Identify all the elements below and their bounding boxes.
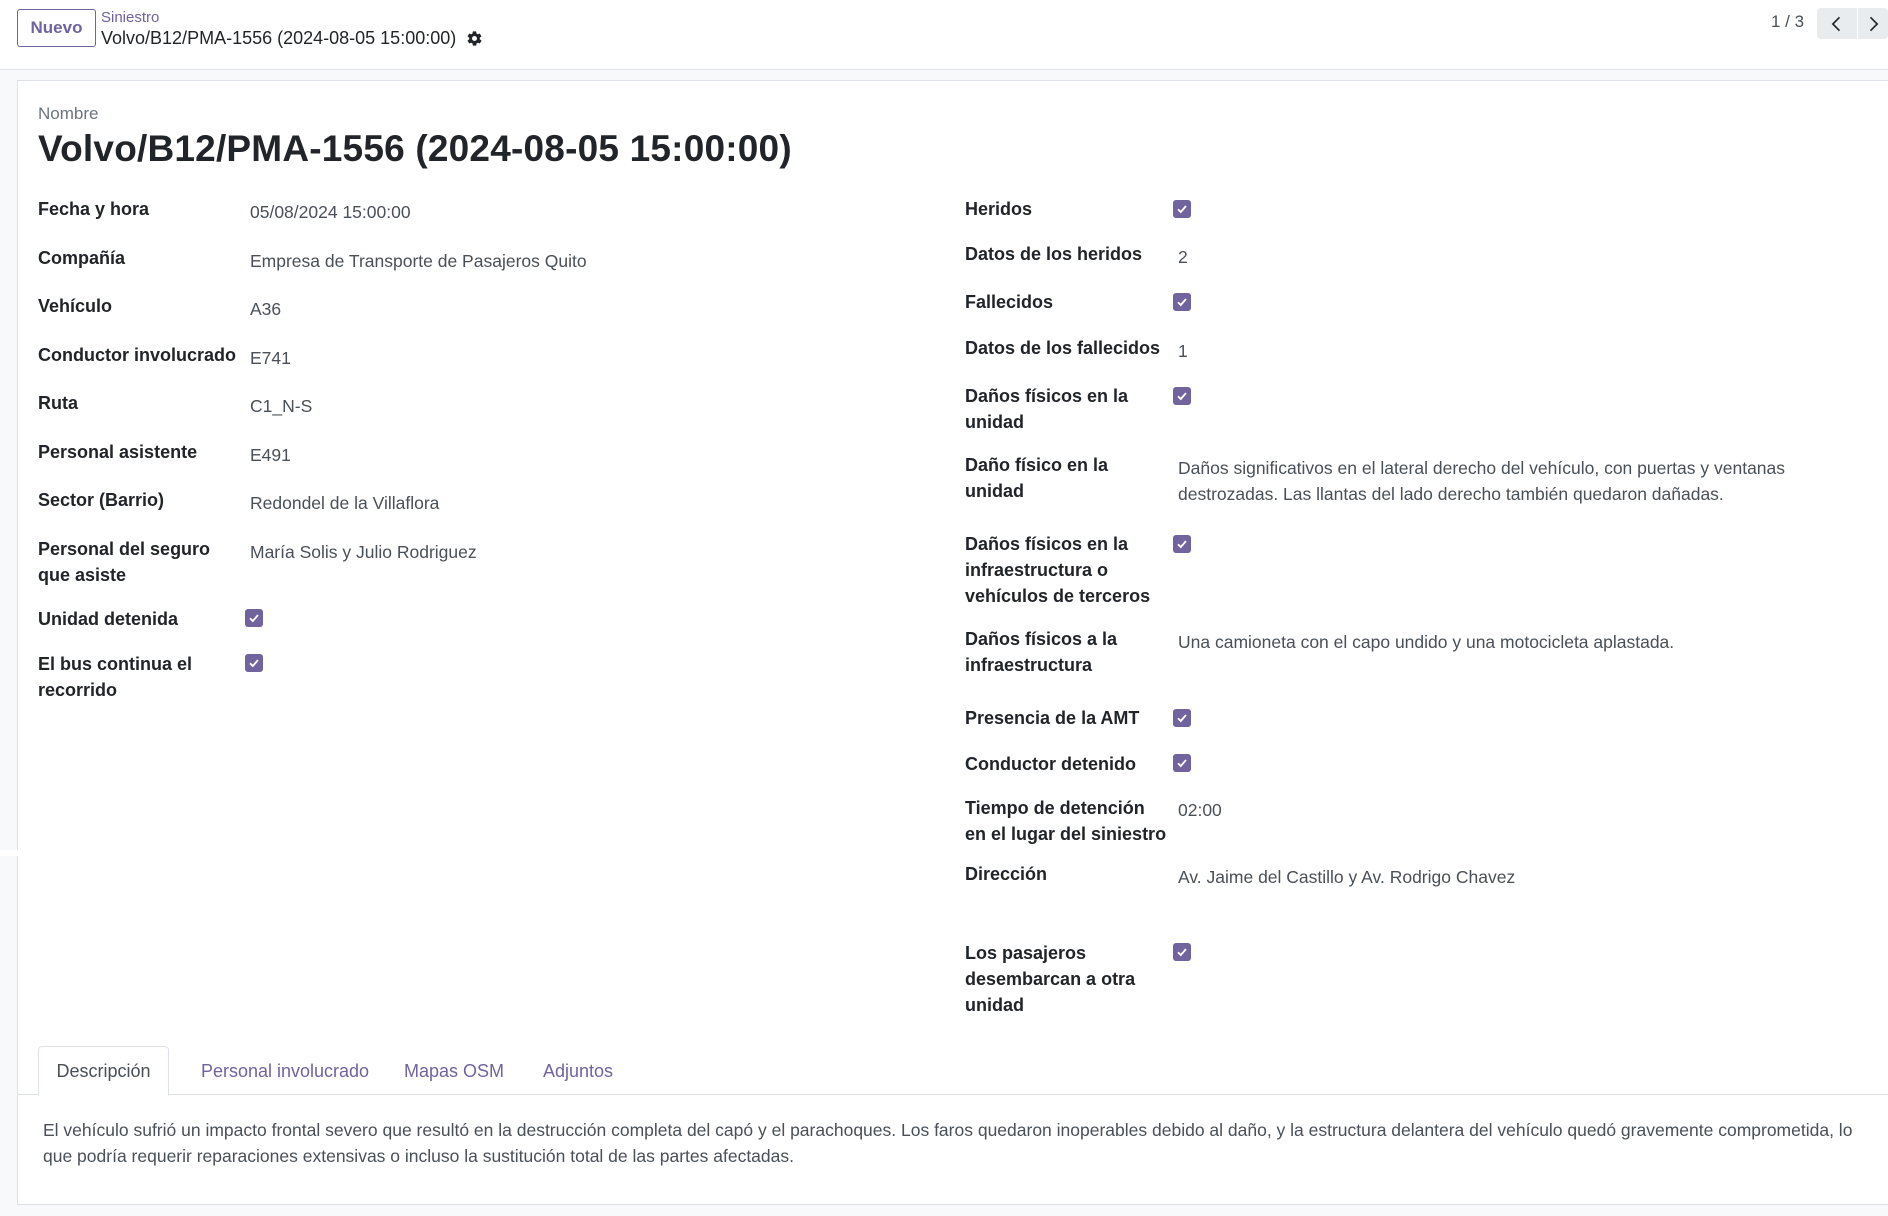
- fecha-label: Fecha y hora: [38, 199, 150, 219]
- check-icon: [249, 659, 259, 668]
- new-button[interactable]: Nuevo: [17, 9, 96, 47]
- detenida-label: Unidad detenida: [38, 609, 179, 629]
- danos-infra-field[interactable]: Una camioneta con el capo undido y una m…: [1178, 629, 1674, 655]
- dano-unidad-line-1: Daños significativos en el lateral derec…: [1178, 458, 1786, 478]
- conductor-label: Conductor involucrado: [38, 345, 236, 365]
- datos-heridos-label: Datos de los heridos: [965, 244, 1143, 264]
- breadcrumb-parent-link[interactable]: Siniestro: [101, 9, 159, 26]
- danos-terceros-label-line-2: infraestructura o: [965, 560, 1109, 580]
- fallecidos-label: Fallecidos: [965, 292, 1054, 312]
- danos-terceros-checkbox[interactable]: [1173, 535, 1191, 553]
- breadcrumb-current: Volvo/B12/PMA-1556 (2024-08-05 15:00:00): [101, 28, 483, 49]
- ruta-label: Ruta: [38, 393, 78, 413]
- datos-fallecidos-field[interactable]: 1: [1178, 338, 1188, 364]
- gear-icon[interactable]: [466, 30, 483, 47]
- continua-checkbox[interactable]: [245, 654, 263, 672]
- check-icon: [1177, 948, 1187, 957]
- sector-label: Sector (Barrio): [38, 490, 165, 510]
- continua-label: El bus continua el recorrido: [38, 651, 192, 703]
- chevron-right-icon: [1869, 16, 1879, 31]
- danos-infra-label: Daños físicos a la infraestructura: [965, 626, 1117, 678]
- pager-value[interactable]: 1 / 3: [1771, 12, 1804, 32]
- datos-fallecidos-label: Datos de los fallecidos: [965, 338, 1161, 358]
- check-icon: [1177, 540, 1187, 549]
- check-icon: [1177, 714, 1187, 723]
- compania-label: Compañía: [38, 248, 126, 268]
- detenida-checkbox[interactable]: [245, 609, 263, 627]
- danos-terceros-label-line-1: Daños físicos en la: [965, 534, 1129, 554]
- control-panel: Nuevo Siniestro Volvo/B12/PMA-1556 (2024…: [0, 0, 1888, 70]
- compania-field[interactable]: Empresa de Transporte de Pasajeros Quito: [250, 248, 587, 274]
- chevron-left-icon: [1831, 16, 1841, 31]
- danos-infra-label-line-2: infraestructura: [965, 655, 1093, 675]
- pager-next-button[interactable]: [1858, 8, 1888, 39]
- tiempo-label: Tiempo de detención en el lugar del sini…: [965, 795, 1166, 847]
- danos-unidad-label-line-1: Daños físicos en la: [965, 386, 1129, 406]
- danos-terceros-label-line-3: vehículos de terceros: [965, 586, 1151, 606]
- descripcion-field[interactable]: El vehículo sufrió un impacto frontal se…: [43, 1117, 1863, 1169]
- seguro-label: Personal del seguro que asiste: [38, 536, 210, 588]
- notebook-tabs: Descripción Personal involucrado Mapas O…: [17, 1046, 1888, 1096]
- check-icon: [1177, 759, 1187, 768]
- breadcrumb-current-label: Volvo/B12/PMA-1556 (2024-08-05 15:00:00): [101, 28, 457, 48]
- danos-terceros-label: Daños físicos en la infraestructura o ve…: [965, 531, 1150, 609]
- pasajeros-checkbox[interactable]: [1173, 943, 1191, 961]
- direccion-field[interactable]: Av. Jaime del Castillo y Av. Rodrigo Cha…: [1178, 864, 1515, 890]
- heridos-label: Heridos: [965, 199, 1033, 219]
- asistente-label: Personal asistente: [38, 442, 198, 462]
- seguro-label-line-2: que asiste: [38, 565, 127, 585]
- dano-unidad-line-2: destrozadas. Las llantas del lado derech…: [1178, 484, 1724, 504]
- tiempo-field[interactable]: 02:00: [1178, 797, 1222, 823]
- amt-label: Presencia de la AMT: [965, 708, 1140, 728]
- danos-unidad-label: Daños físicos en la unidad: [965, 383, 1128, 435]
- dano-unidad-field[interactable]: Daños significativos en el lateral derec…: [1178, 455, 1785, 507]
- name-field[interactable]: Volvo/B12/PMA-1556 (2024-08-05 15:00:00): [38, 128, 792, 170]
- seguro-label-line-1: Personal del seguro: [38, 539, 211, 559]
- check-icon: [1177, 392, 1187, 401]
- conductor-field[interactable]: E741: [250, 345, 291, 371]
- continua-label-line-1: El bus continua el: [38, 654, 193, 674]
- pasajeros-label: Los pasajeros desembarcan a otra unidad: [965, 940, 1135, 1018]
- continua-label-line-2: recorrido: [38, 680, 118, 700]
- name-label: Nombre: [38, 104, 99, 123]
- dano-unidad-label: Daño físico en la unidad: [965, 452, 1108, 504]
- dano-unidad-label-line-2: unidad: [965, 481, 1024, 501]
- asistente-field[interactable]: E491: [250, 442, 291, 468]
- pasajeros-label-line-1: Los pasajeros: [965, 943, 1087, 963]
- tiempo-label-line-1: Tiempo de detención: [965, 798, 1145, 818]
- check-icon: [1177, 205, 1187, 214]
- ruta-field[interactable]: C1_N-S: [250, 393, 312, 419]
- dano-unidad-label-line-1: Daño físico en la: [965, 455, 1109, 475]
- danos-unidad-checkbox[interactable]: [1173, 387, 1191, 405]
- danos-infra-label-line-1: Daños físicos a la: [965, 629, 1118, 649]
- direccion-label: Dirección: [965, 864, 1048, 884]
- pasajeros-label-line-2: desembarcan a otra: [965, 969, 1136, 989]
- tab-adjuntos[interactable]: Adjuntos: [525, 1046, 631, 1096]
- tab-mapas-osm[interactable]: Mapas OSM: [391, 1046, 517, 1096]
- vehiculo-field[interactable]: A36: [250, 296, 281, 322]
- pager-previous-button[interactable]: [1817, 8, 1857, 39]
- datos-heridos-field[interactable]: 2: [1178, 244, 1188, 270]
- descripcion-line-2: que podría requerir reparaciones extensi…: [43, 1146, 794, 1166]
- vehiculo-label: Vehículo: [38, 296, 113, 316]
- tab-personal-involucrado[interactable]: Personal involucrado: [185, 1046, 385, 1096]
- descripcion-line-1: El vehículo sufrió un impacto frontal se…: [43, 1120, 1853, 1140]
- fecha-field[interactable]: 05/08/2024 15:00:00: [250, 199, 411, 225]
- fallecidos-checkbox[interactable]: [1173, 293, 1191, 311]
- check-icon: [1177, 298, 1187, 307]
- screenshot-seam: [0, 850, 1888, 856]
- amt-checkbox[interactable]: [1173, 709, 1191, 727]
- tiempo-label-line-2: en el lugar del siniestro: [965, 824, 1167, 844]
- seguro-field[interactable]: María Solis y Julio Rodriguez: [250, 539, 477, 565]
- check-icon: [249, 614, 259, 623]
- conductor-detenido-checkbox[interactable]: [1173, 754, 1191, 772]
- pasajeros-label-line-3: unidad: [965, 995, 1024, 1015]
- conductor-detenido-label: Conductor detenido: [965, 754, 1136, 774]
- heridos-checkbox[interactable]: [1173, 200, 1191, 218]
- danos-unidad-label-line-2: unidad: [965, 412, 1024, 432]
- sector-field[interactable]: Redondel de la Villaflora: [250, 490, 439, 516]
- tab-descripcion[interactable]: Descripción: [38, 1046, 169, 1096]
